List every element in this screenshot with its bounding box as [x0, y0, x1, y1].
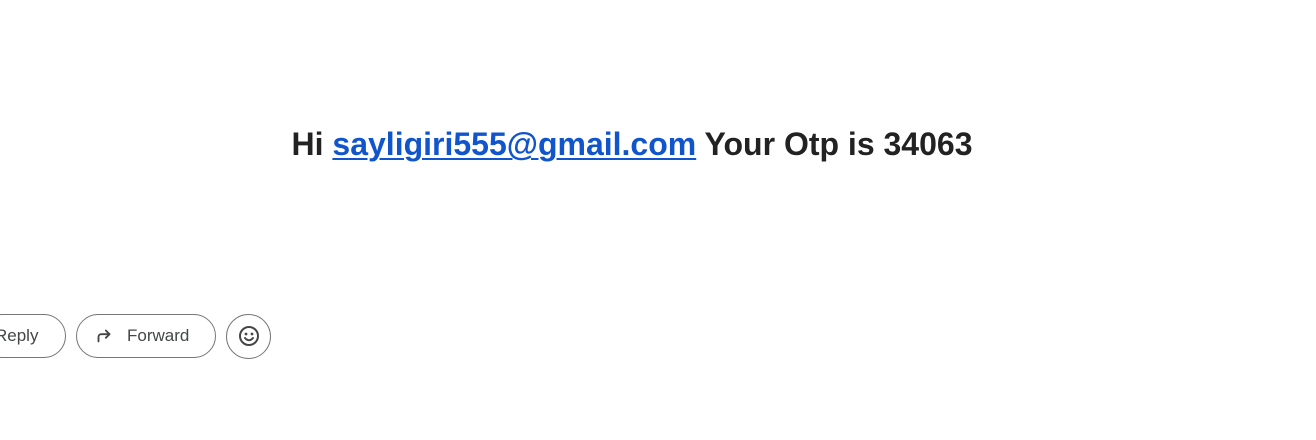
message-actions: Reply Forward [0, 313, 271, 359]
otp-message: Hi sayligiri555@gmail.com Your Otp is 34… [0, 122, 1264, 166]
add-reaction-button[interactable] [226, 313, 271, 359]
forward-button[interactable]: Forward [76, 314, 216, 358]
greeting-text: Hi [291, 126, 324, 162]
email-body: Hi sayligiri555@gmail.com Your Otp is 34… [0, 0, 1264, 260]
otp-text: Your Otp is 34063 [704, 126, 973, 162]
recipient-email-link[interactable]: sayligiri555@gmail.com [332, 126, 696, 162]
reply-button[interactable]: Reply [0, 314, 66, 358]
forward-label: Forward [127, 326, 190, 345]
add-reaction-icon [237, 324, 261, 348]
forward-arrow-icon [93, 325, 115, 347]
reply-label: Reply [0, 326, 39, 345]
